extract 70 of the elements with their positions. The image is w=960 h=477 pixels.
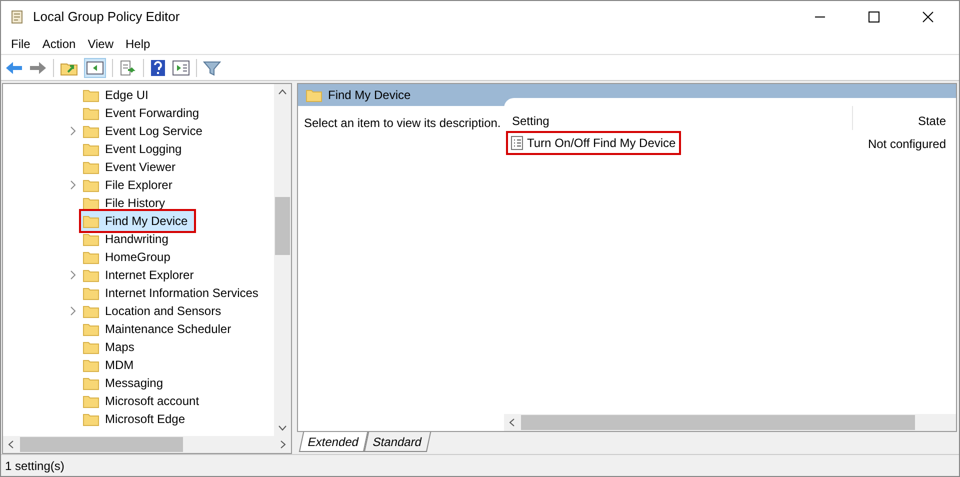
vertical-scrollbar[interactable] bbox=[274, 84, 291, 436]
folder-icon bbox=[83, 160, 99, 174]
folder-icon bbox=[83, 88, 99, 102]
column-header[interactable]: Setting bbox=[512, 112, 852, 130]
menu-item[interactable]: File bbox=[5, 34, 36, 52]
folder-icon bbox=[306, 88, 322, 102]
tree-item[interactable]: Location and Sensors bbox=[81, 301, 228, 321]
menu-item[interactable]: Action bbox=[36, 34, 82, 52]
pane-header-title: Find My Device bbox=[328, 87, 411, 104]
view-tab[interactable]: Standard bbox=[364, 432, 431, 452]
window-title: Local Group Policy Editor bbox=[33, 8, 180, 26]
tree-item[interactable]: Microsoft account bbox=[81, 391, 206, 411]
tree-item[interactable]: Edge UI bbox=[81, 85, 154, 105]
filter-icon[interactable] bbox=[203, 60, 221, 76]
menu-item[interactable]: Help bbox=[120, 34, 156, 52]
tree-item[interactable]: Handwriting bbox=[81, 229, 174, 249]
tree-item[interactable]: File History bbox=[81, 193, 172, 213]
folder-icon bbox=[83, 322, 99, 336]
help-icon[interactable] bbox=[150, 58, 166, 76]
tree-item[interactable]: Internet Information Services bbox=[81, 283, 264, 303]
scroll-icon bbox=[9, 9, 25, 25]
properties-pane-icon[interactable] bbox=[172, 60, 190, 76]
folder-icon bbox=[83, 268, 99, 282]
scrollbar-thumb[interactable] bbox=[521, 415, 915, 430]
folder-icon bbox=[83, 286, 99, 300]
forward-arrow-icon[interactable] bbox=[29, 60, 47, 76]
folder-icon bbox=[83, 376, 99, 390]
folder-icon bbox=[83, 142, 99, 156]
chevron-right-icon[interactable] bbox=[69, 180, 77, 190]
folder-icon bbox=[83, 178, 99, 192]
folder-icon bbox=[83, 106, 99, 120]
description-text: Select an item to view its description. bbox=[304, 116, 501, 130]
tree-item[interactable]: HomeGroup bbox=[81, 247, 176, 267]
tree-item[interactable]: Internet Explorer bbox=[81, 265, 200, 285]
export-list-icon[interactable] bbox=[119, 60, 137, 76]
scrollbar-thumb[interactable] bbox=[20, 437, 183, 452]
tree-item[interactable]: Maps bbox=[81, 337, 140, 357]
tree-item[interactable]: File Explorer bbox=[81, 175, 178, 195]
folder-icon bbox=[83, 250, 99, 264]
tree-item[interactable]: MDM bbox=[81, 355, 140, 375]
folder-icon bbox=[83, 214, 99, 228]
tree-item[interactable]: Microsoft Edge bbox=[81, 409, 192, 429]
pane-toggle-icon[interactable] bbox=[84, 58, 106, 78]
status-text: 1 setting(s) bbox=[5, 458, 64, 474]
folder-icon bbox=[83, 124, 99, 138]
tree-item[interactable]: Messaging bbox=[81, 373, 170, 393]
tree-item[interactable]: Event Forwarding bbox=[81, 103, 206, 123]
back-arrow-icon[interactable] bbox=[5, 60, 23, 76]
chevron-right-icon[interactable] bbox=[69, 306, 77, 316]
folder-icon bbox=[83, 412, 99, 426]
scrollbar-thumb[interactable] bbox=[275, 197, 290, 255]
chevron-right-icon[interactable] bbox=[69, 126, 77, 136]
folder-icon bbox=[83, 340, 99, 354]
tree-item[interactable]: Event Log Service bbox=[81, 121, 208, 141]
tree-item[interactable]: Event Viewer bbox=[81, 157, 182, 177]
horizontal-scrollbar[interactable] bbox=[504, 414, 956, 431]
chevron-right-icon[interactable] bbox=[69, 270, 77, 280]
folder-icon bbox=[83, 358, 99, 372]
folder-icon bbox=[83, 304, 99, 318]
setting-row[interactable]: Turn On/Off Find My Device bbox=[508, 133, 679, 153]
horizontal-scrollbar[interactable] bbox=[3, 436, 291, 453]
document-list-icon bbox=[511, 136, 523, 150]
menu-item[interactable]: View bbox=[82, 34, 120, 52]
tree-item[interactable]: Maintenance Scheduler bbox=[81, 319, 238, 339]
tree-item[interactable]: Event Logging bbox=[81, 139, 188, 159]
column-header[interactable]: State bbox=[853, 112, 956, 130]
folder-icon bbox=[83, 394, 99, 408]
state-cell-text: Not configured bbox=[866, 136, 947, 153]
view-tab[interactable]: Extended bbox=[298, 432, 368, 452]
tree-item[interactable]: Find My Device bbox=[81, 211, 194, 231]
